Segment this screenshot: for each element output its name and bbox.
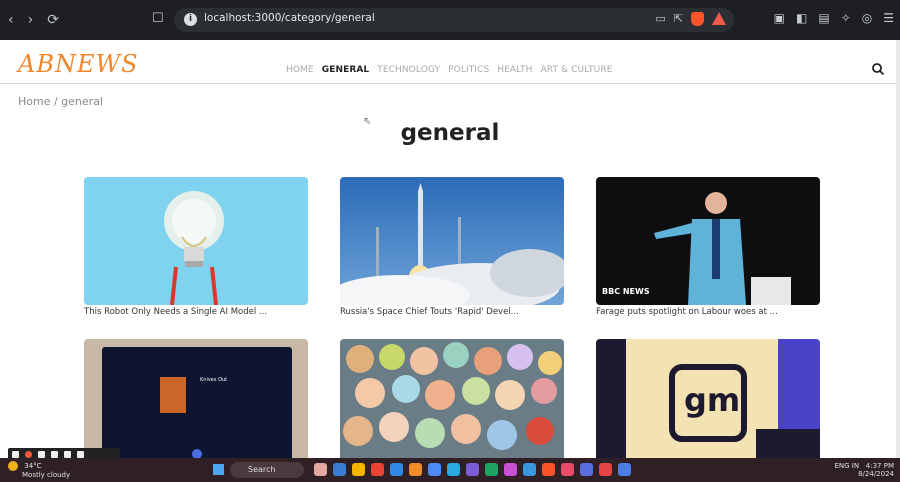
app-icon[interactable] xyxy=(409,463,422,476)
movie-poster xyxy=(160,377,186,413)
app-icon[interactable] xyxy=(428,463,441,476)
bookmark-icon[interactable]: ☐ xyxy=(152,11,164,26)
menu-item-art-culture[interactable]: ART & CULTURE xyxy=(541,65,613,75)
reload-button[interactable]: ⟳ xyxy=(47,10,59,30)
page-title: general xyxy=(400,120,500,146)
wallet-icon[interactable]: ▣ xyxy=(774,11,785,25)
screen-icon[interactable] xyxy=(64,450,71,458)
gm-text: gm xyxy=(684,381,741,419)
weather-temp: 34°C xyxy=(24,462,42,470)
tab-icon[interactable]: ▤ xyxy=(818,11,829,25)
article-image[interactable] xyxy=(340,177,564,305)
speaker-icon[interactable] xyxy=(51,450,58,458)
speaker-photo-image xyxy=(654,192,791,305)
app-icon[interactable] xyxy=(447,463,460,476)
app-icon[interactable] xyxy=(504,463,517,476)
app-icon[interactable] xyxy=(333,463,346,476)
search-icon[interactable] xyxy=(871,62,885,76)
browser-toolbar: ‹ › ⟳ ☐ i localhost:3000/category/genera… xyxy=(0,0,900,40)
menu-item-politics[interactable]: POLITICS xyxy=(448,65,489,75)
movie-title: Knives Out xyxy=(200,377,228,383)
app-icon[interactable] xyxy=(561,463,574,476)
app-icon[interactable] xyxy=(371,463,384,476)
taskbar-search[interactable]: Search xyxy=(230,462,304,478)
menu-item-health[interactable]: HEALTH xyxy=(497,65,532,75)
site-header: ABNEWS HOME GENERAL TECHNOLOGY POLITICS … xyxy=(0,40,896,84)
url-text[interactable]: localhost:3000/category/general xyxy=(204,12,375,24)
weather-widget[interactable]: 34°C Mostly cloudy xyxy=(8,461,70,479)
article-card[interactable]: gm xyxy=(596,339,820,469)
mic-icon[interactable] xyxy=(38,450,45,458)
tray-language[interactable]: ENG IN xyxy=(834,462,859,470)
app-icon[interactable] xyxy=(580,463,593,476)
tray-time[interactable]: 4:37 PM xyxy=(866,462,894,470)
cast-icon[interactable]: ▭ xyxy=(655,12,665,26)
sidebar-icon[interactable]: ◧ xyxy=(796,11,807,25)
article-card[interactable]: This Robot Only Needs a Single AI Model … xyxy=(84,177,308,317)
app-icon[interactable] xyxy=(314,463,327,476)
forward-button[interactable]: › xyxy=(28,10,34,30)
article-card[interactable]: Russia's Space Chief Touts 'Rapid' Devel… xyxy=(340,177,564,317)
site-info-icon[interactable]: i xyxy=(184,13,197,26)
menu-item-home[interactable]: HOME xyxy=(286,65,314,75)
article-card[interactable]: BBC NEWS Farage puts spotlight on Labour… xyxy=(596,177,820,317)
nav-buttons: ‹ › ⟳ xyxy=(8,10,59,30)
page-scrollbar[interactable] xyxy=(896,40,900,458)
app-icon[interactable] xyxy=(618,463,631,476)
article-image[interactable]: gm xyxy=(596,339,820,467)
app-icon[interactable] xyxy=(485,463,498,476)
back-button[interactable]: ‹ xyxy=(8,10,14,30)
article-image[interactable] xyxy=(340,339,564,467)
brave-shields-icon[interactable] xyxy=(691,12,704,26)
record-icon[interactable] xyxy=(25,450,32,458)
app-icon[interactable] xyxy=(523,463,536,476)
tray-date[interactable]: 8/24/2024 xyxy=(858,470,894,478)
tv-screen: Knives Out xyxy=(102,347,292,465)
lightbulb-image xyxy=(164,191,224,305)
vpn-icon[interactable]: ◎ xyxy=(862,11,872,25)
taskbar-apps xyxy=(314,463,631,476)
weather-icon xyxy=(8,461,18,471)
settings-icon[interactable] xyxy=(77,450,84,458)
article-caption[interactable]: Farage puts spotlight on Labour woes at … xyxy=(596,307,820,317)
menu-item-general[interactable]: GENERAL xyxy=(322,65,370,75)
app-icon[interactable] xyxy=(352,463,365,476)
app-icon[interactable] xyxy=(390,463,403,476)
brave-rewards-icon[interactable] xyxy=(712,12,726,25)
rocket-launch-image xyxy=(340,183,564,305)
system-tray[interactable]: ENG IN 4:37 PM 8/24/2024 xyxy=(834,462,894,478)
cartoon-crowd-image xyxy=(343,342,562,450)
app-icon[interactable] xyxy=(599,463,612,476)
bbc-news-logo: BBC NEWS xyxy=(602,287,650,296)
menu-icon[interactable]: ☰ xyxy=(883,11,894,25)
article-image[interactable]: BBC NEWS xyxy=(596,177,820,305)
article-caption[interactable]: This Robot Only Needs a Single AI Model … xyxy=(84,307,308,317)
taskbar: 34°C Mostly cloudy Search ENG IN 4:37 PM… xyxy=(0,458,900,482)
article-card[interactable] xyxy=(340,339,564,469)
app-icon[interactable] xyxy=(466,463,479,476)
browser-actions: ▣ ◧ ▤ ✧ ◎ ☰ xyxy=(774,11,894,25)
address-bar[interactable]: i localhost:3000/category/general ▭ ⇱ xyxy=(174,8,734,32)
article-caption[interactable]: Russia's Space Chief Touts 'Rapid' Devel… xyxy=(340,307,564,317)
breadcrumb[interactable]: Home / general xyxy=(18,95,103,108)
menu-item-technology[interactable]: TECHNOLOGY xyxy=(377,65,440,75)
address-bar-actions: ▭ ⇱ xyxy=(655,12,726,26)
windows-start-icon[interactable] xyxy=(213,464,224,475)
site-logo[interactable]: ABNEWS xyxy=(18,50,139,78)
article-image[interactable] xyxy=(84,177,308,305)
share-icon[interactable]: ⇱ xyxy=(674,12,683,26)
main-menu: HOME GENERAL TECHNOLOGY POLITICS HEALTH … xyxy=(286,65,613,75)
weather-desc: Mostly cloudy xyxy=(22,471,71,479)
extensions-icon[interactable]: ✧ xyxy=(841,11,851,25)
app-icon[interactable] xyxy=(542,463,555,476)
camera-icon[interactable] xyxy=(12,450,19,458)
news-site: ABNEWS HOME GENERAL TECHNOLOGY POLITICS … xyxy=(0,40,896,467)
